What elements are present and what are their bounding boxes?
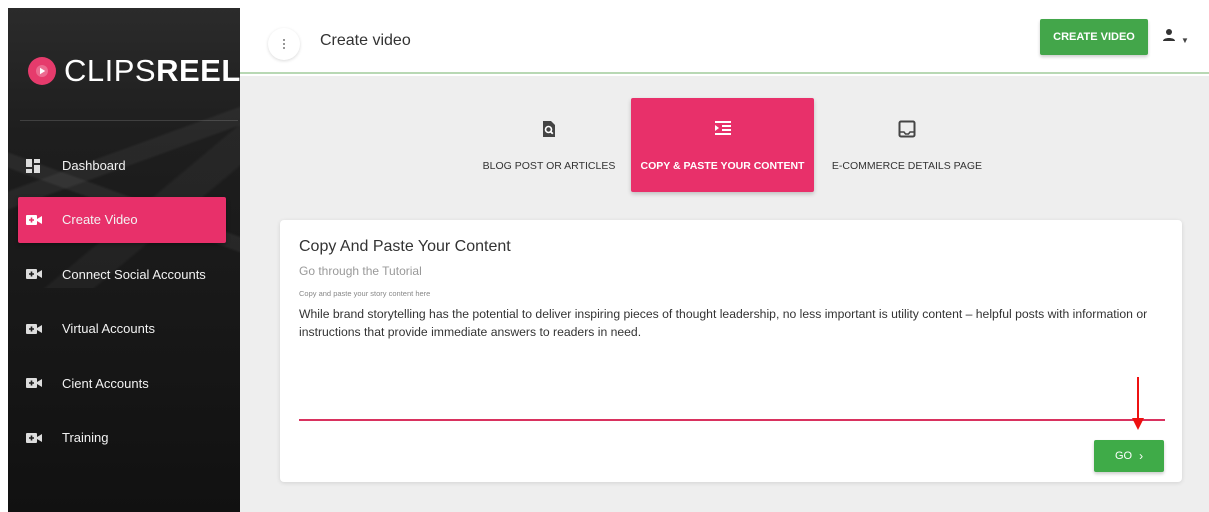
tab-blog-post-or-articles[interactable]: BLOG POST OR ARTICLES [476, 98, 622, 192]
paste-list-icon [714, 120, 732, 138]
main-content: BLOG POST OR ARTICLES COPY & PASTE YOUR … [240, 76, 1209, 512]
annotation-arrow-line [1137, 377, 1139, 419]
page-title: Create video [320, 32, 411, 49]
logo-text-reel: REEL [156, 53, 240, 88]
blog-search-icon [540, 120, 558, 138]
sidebar-item-training[interactable]: Training [18, 415, 226, 461]
annotation-arrow-head-icon [1132, 418, 1144, 430]
video-add-icon [26, 323, 42, 335]
tab-label: E-COMMERCE DETAILS PAGE [831, 160, 983, 172]
textarea-underline [299, 419, 1165, 421]
sidebar-item-connect-social-accounts[interactable]: Connect Social Accounts [18, 251, 226, 297]
sidebar-item-label: Virtual Accounts [62, 321, 155, 336]
tab-e-commerce-details-page[interactable]: E-COMMERCE DETAILS PAGE [820, 98, 994, 192]
clipsreel-logo[interactable]: CLIPS REEL [28, 53, 240, 88]
content-card: Copy And Paste Your Content Go through t… [280, 220, 1182, 482]
go-button[interactable]: GO › [1094, 440, 1164, 472]
create-video-button[interactable]: CREATE VIDEO [1040, 19, 1148, 55]
sidebar-item-dashboard[interactable]: Dashboard [18, 142, 226, 188]
go-button-label: GO [1114, 450, 1133, 462]
dashboard-icon [26, 159, 40, 173]
sidebar-item-label: Training [62, 430, 109, 445]
sidebar: CLIPS REEL Dashboard Create Video Connect… [8, 8, 240, 512]
content-field-label: Copy and paste your story content here [299, 289, 431, 298]
inbox-icon [898, 120, 916, 138]
tab-label: COPY & PASTE YOUR CONTENT [640, 160, 805, 172]
tab-copy-paste-content[interactable]: COPY & PASTE YOUR CONTENT [631, 98, 814, 192]
sidebar-item-virtual-accounts[interactable]: Virtual Accounts [18, 306, 226, 352]
video-add-icon [26, 377, 42, 389]
sidebar-item-label: Dashboard [62, 157, 126, 173]
card-title: Copy And Paste Your Content [299, 238, 511, 255]
sidebar-item-client-accounts[interactable]: Cient Accounts [18, 360, 226, 406]
content-textarea[interactable]: While brand storytelling has the potenti… [299, 305, 1159, 341]
video-add-icon [26, 268, 42, 280]
person-icon [1162, 28, 1176, 47]
play-logo-icon [28, 57, 56, 85]
tab-label: BLOG POST OR ARTICLES [482, 160, 616, 172]
caret-down-icon: ▼ [1181, 36, 1189, 45]
more-vert-icon[interactable] [268, 28, 300, 60]
sidebar-nav: Dashboard Create Video Connect Social Ac… [18, 142, 226, 469]
sidebar-item-label: Cient Accounts [62, 375, 149, 391]
sidebar-item-label: Connect Social Accounts [62, 266, 206, 282]
content-source-tabs: BLOG POST OR ARTICLES COPY & PASTE YOUR … [240, 98, 1209, 192]
sidebar-item-create-video[interactable]: Create Video [18, 196, 226, 243]
sidebar-item-label: Create Video [62, 212, 138, 227]
top-header: Create video CREATE VIDEO ▼ [240, 8, 1209, 74]
video-add-icon [26, 432, 42, 444]
logo-text-clips: CLIPS [64, 53, 157, 88]
user-menu[interactable]: ▼ [1162, 28, 1189, 47]
sidebar-divider [20, 120, 238, 121]
video-add-icon [26, 214, 42, 226]
chevron-right-icon: › [1139, 449, 1144, 463]
tutorial-link[interactable]: Go through the Tutorial [299, 264, 422, 278]
